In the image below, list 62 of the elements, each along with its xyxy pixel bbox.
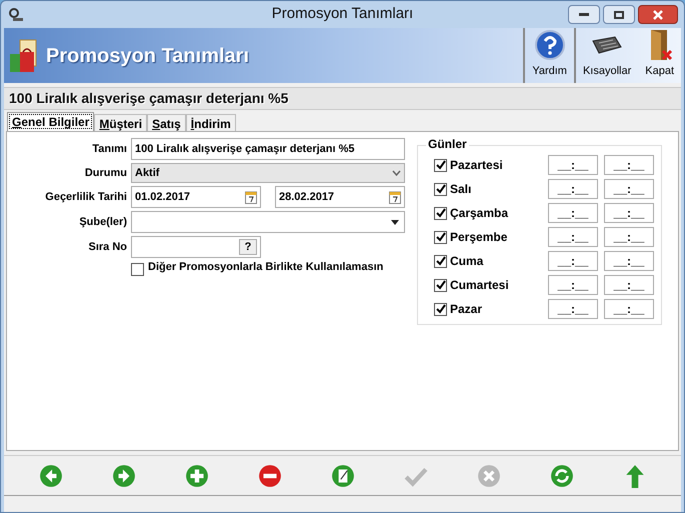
time-field[interactable]: __:__ (604, 275, 654, 295)
time-field[interactable]: __:__ (548, 179, 598, 199)
shortcuts-button[interactable]: Kısayollar (576, 28, 638, 83)
checkbox-label: Diğer Promosyonlarla Birlikte Kullanılamasın (148, 261, 384, 274)
checkbox[interactable] (434, 158, 447, 172)
time-field[interactable]: __:__ (548, 227, 598, 247)
tab[interactable]: Genel Bilgiler (7, 112, 94, 131)
date-field[interactable]: 01.02.2017 (131, 186, 261, 208)
day-label: Cuma (450, 253, 484, 270)
header-title: Promosyon Tanımları (46, 44, 250, 68)
time-field[interactable]: __:__ (548, 251, 598, 271)
day-label: Salı (450, 181, 472, 198)
help-icon (534, 30, 565, 60)
calendar-icon[interactable] (245, 190, 257, 204)
checkbox[interactable] (434, 206, 447, 220)
field-label: Geçerlilik Tarihi (44, 190, 127, 205)
checkbox[interactable] (434, 254, 447, 268)
lookup-button[interactable]: ? (239, 239, 257, 255)
time-field[interactable]: __:__ (548, 203, 598, 223)
time-field[interactable]: __:__ (604, 155, 654, 175)
group-title: Günler (426, 138, 469, 150)
field-label: Tanımı (91, 142, 127, 157)
time-field[interactable]: __:__ (604, 227, 654, 247)
time-field[interactable]: __:__ (604, 251, 654, 271)
time-field[interactable]: __:__ (604, 299, 654, 319)
day-label: Cumartesi (450, 277, 510, 294)
field-label: Durumu (84, 166, 127, 181)
calendar-icon[interactable] (389, 190, 401, 204)
field-label: Şube(ler) (78, 214, 127, 230)
checkbox[interactable] (434, 302, 447, 316)
day-label: Pazartesi (450, 157, 504, 174)
app-icon (9, 8, 25, 22)
checkbox[interactable] (434, 182, 447, 196)
status-dropdown[interactable]: Aktif (131, 163, 405, 183)
tab[interactable]: Satış (147, 114, 186, 131)
field-label: Sıra No (87, 240, 127, 255)
time-field[interactable]: __:__ (604, 179, 654, 199)
time-field[interactable]: __:__ (548, 275, 598, 295)
record-title: 100 Liralık alışverişe çamaşır deterjanı %5 (9, 89, 288, 108)
tab[interactable]: Müşteri (94, 114, 148, 131)
date-field[interactable]: 28.02.2017 (275, 186, 405, 208)
maximize-button[interactable] (603, 5, 635, 24)
tab[interactable]: İndirim (186, 114, 236, 131)
order-number-field[interactable]: ? (131, 236, 261, 258)
day-label: Pazar (450, 301, 484, 318)
day-label: Çarşamba (450, 205, 510, 222)
window-title: Promosyon Tanımları (272, 4, 414, 24)
time-field[interactable]: __:__ (548, 155, 598, 175)
chevron-down-icon (392, 170, 401, 176)
caret-icon (391, 220, 399, 224)
keyboard-icon (591, 35, 624, 56)
checkbox[interactable] (434, 230, 447, 244)
day-label: Perşembe (450, 229, 508, 246)
close-button[interactable] (638, 5, 678, 24)
time-field[interactable]: __:__ (548, 299, 598, 319)
time-field[interactable]: __:__ (604, 203, 654, 223)
close-icon (653, 10, 663, 20)
minimize-button[interactable] (568, 5, 600, 24)
close-module-button[interactable]: Kapat (638, 28, 681, 83)
checkbox[interactable] (131, 263, 144, 276)
checkbox[interactable] (434, 278, 447, 292)
name-field[interactable]: 100 Liralık alışverişe çamaşır deterjanı %5 (131, 138, 405, 160)
